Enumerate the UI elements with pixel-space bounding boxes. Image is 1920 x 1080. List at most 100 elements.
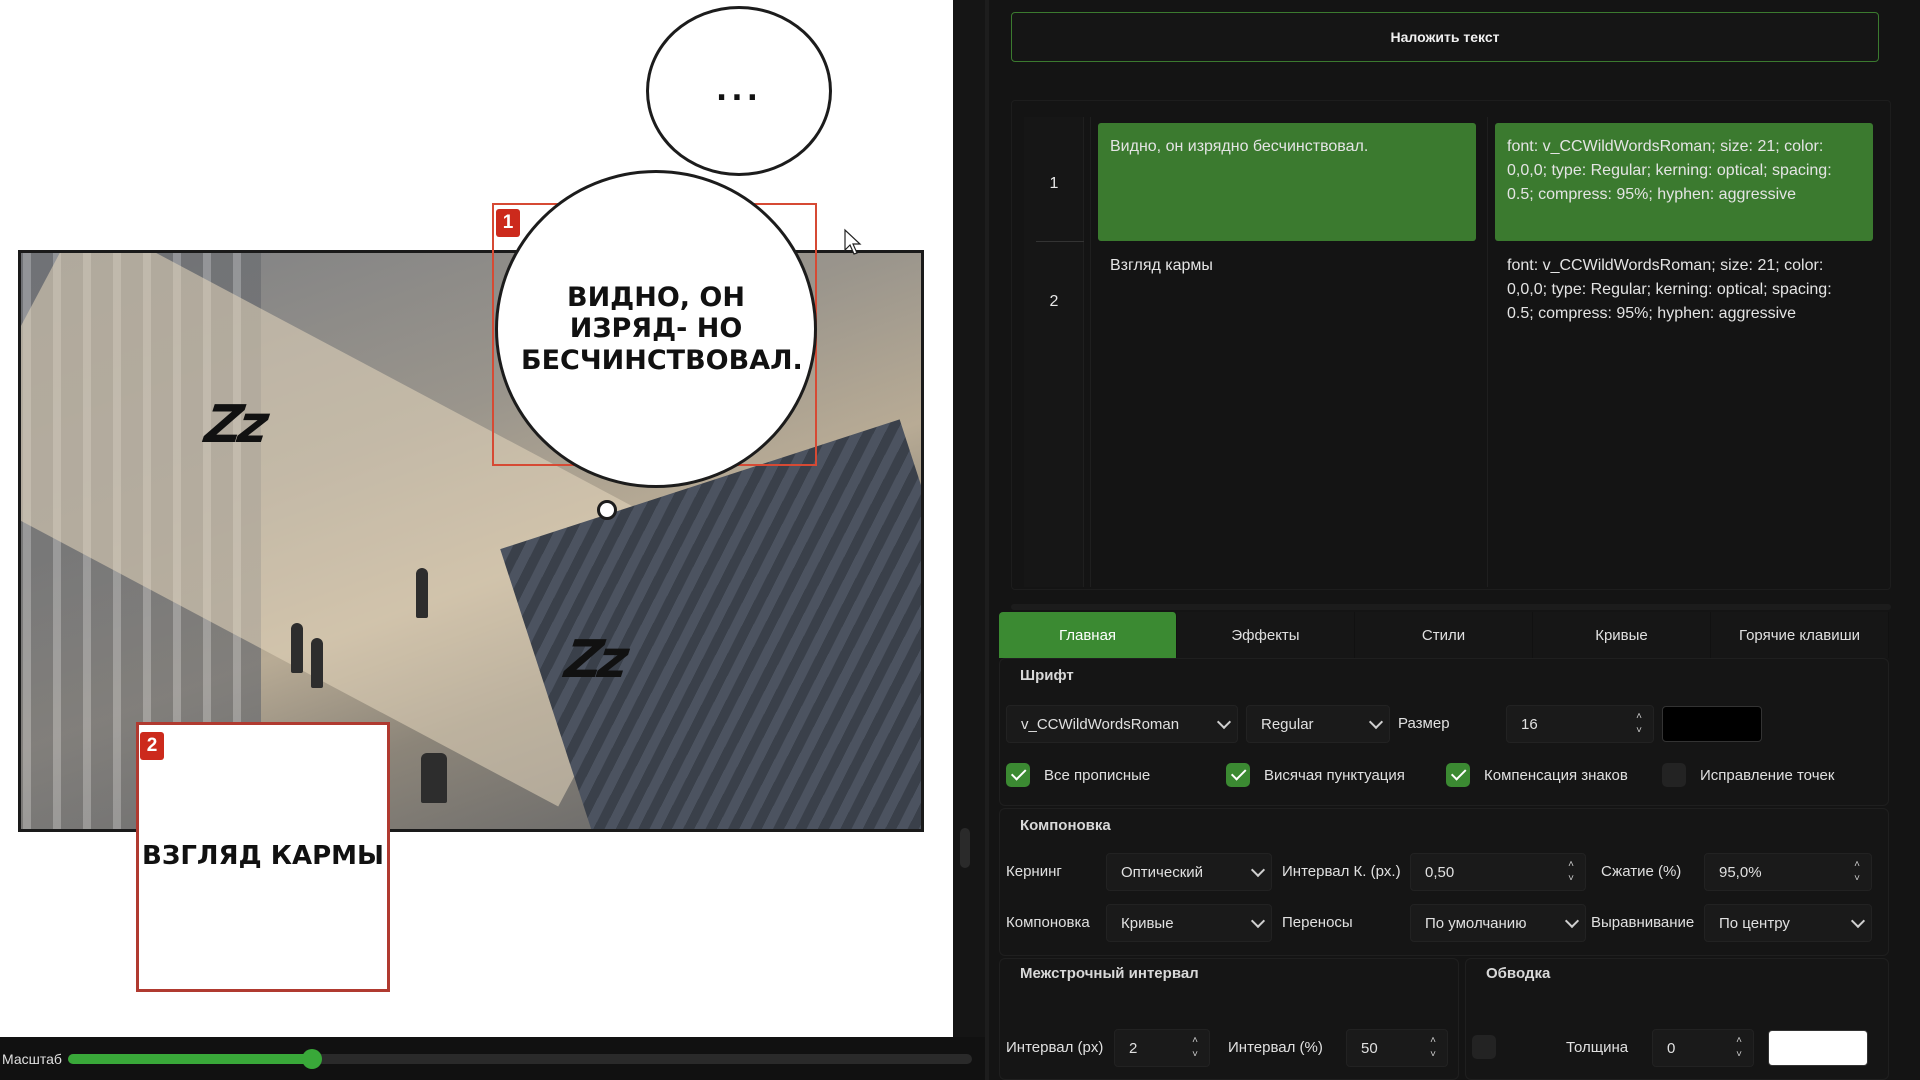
checkbox-fix-dots[interactable]: Исправление точек <box>1662 763 1834 787</box>
spin-up-icon[interactable]: ˄ <box>1565 860 1577 870</box>
align-label: Выравнивание <box>1591 914 1695 931</box>
spin-down-icon[interactable]: ˅ <box>1633 726 1645 736</box>
chevron-down-icon <box>1564 913 1580 929</box>
kerning-value: Оптический <box>1121 863 1204 881</box>
selection-badge-1: 1 <box>496 209 520 237</box>
row-number[interactable]: 1 <box>1024 175 1084 193</box>
table-cell-style[interactable]: font: v_CCWildWordsRoman; size: 21; colo… <box>1495 242 1873 360</box>
settings-tabs: Главная Эффекты Стили Кривые Горячие кла… <box>999 612 1889 658</box>
checkbox-icon <box>1472 1035 1496 1059</box>
thought-bubble-top[interactable]: ... <box>646 6 832 176</box>
font-style-value: Regular <box>1261 715 1314 733</box>
hyphen-select[interactable]: По умолчанию <box>1410 904 1586 942</box>
spin-down-icon[interactable]: ˅ <box>1427 1050 1439 1060</box>
align-value: По центру <box>1719 914 1790 932</box>
layout-group: Компоновка Кернинг Оптический Интервал К… <box>999 808 1889 956</box>
checkbox-label: Висячая пунктуация <box>1264 766 1405 784</box>
stroke-color-swatch[interactable] <box>1768 1030 1868 1066</box>
spin-up-icon[interactable]: ˄ <box>1851 860 1863 870</box>
font-family-value: v_CCWildWordsRoman <box>1021 715 1180 733</box>
table-cell-text[interactable]: Взгляд кармы <box>1098 242 1476 360</box>
row-number-column: 1 2 <box>1024 117 1084 587</box>
zoom-slider-handle[interactable] <box>302 1048 323 1069</box>
caption-box-2[interactable]: ВЗГЛЯД КАРМЫ <box>136 722 390 992</box>
stroke-width-label: Толщина <box>1566 1039 1629 1056</box>
table-horizontal-scrollbar[interactable] <box>1011 604 1891 610</box>
checkbox-icon <box>1006 763 1030 787</box>
table-cell-text[interactable]: Видно, он изрядно бесчинствовал. <box>1098 123 1476 241</box>
stroke-width-value: 0 <box>1667 1039 1676 1057</box>
panel-figure <box>291 623 303 673</box>
layout-select[interactable]: Кривые <box>1106 904 1272 942</box>
row-separator <box>1036 241 1084 242</box>
compress-value: 95,0% <box>1719 863 1762 881</box>
spin-down-icon[interactable]: ˅ <box>1851 874 1863 884</box>
hyphen-value: По умолчанию <box>1425 914 1527 932</box>
spin-down-icon[interactable]: ˅ <box>1189 1050 1201 1060</box>
spin-up-icon[interactable]: ˄ <box>1189 1036 1201 1046</box>
hyphen-label: Переносы <box>1282 914 1353 931</box>
caption-text: ВЗГЛЯД КАРМЫ <box>142 841 384 872</box>
zoom-bar: Масштаб <box>0 1037 985 1080</box>
tab-hotkeys[interactable]: Горячие клавиши <box>1711 612 1889 658</box>
compress-spinbox[interactable]: 95,0% ˄ ˅ <box>1704 853 1872 891</box>
spin-down-icon[interactable]: ˅ <box>1733 1050 1745 1060</box>
size-label: Размер <box>1398 715 1450 732</box>
tab-main[interactable]: Главная <box>999 612 1177 658</box>
font-color-swatch[interactable] <box>1662 706 1762 742</box>
checkbox-label: Исправление точек <box>1700 766 1835 784</box>
stroke-width-spinbox[interactable]: 0 ˄ ˅ <box>1652 1029 1754 1067</box>
font-family-select[interactable]: v_CCWildWordsRoman <box>1006 705 1238 743</box>
spin-up-icon[interactable]: ˄ <box>1427 1036 1439 1046</box>
tab-effects[interactable]: Эффекты <box>1177 612 1355 658</box>
line-pct-label: Интервал (%) <box>1228 1039 1323 1056</box>
spin-down-icon[interactable]: ˅ <box>1565 874 1577 884</box>
align-select[interactable]: По центру <box>1704 904 1872 942</box>
checkbox-icon <box>1226 763 1250 787</box>
row-number[interactable]: 2 <box>1024 293 1084 311</box>
checkbox-icon <box>1662 763 1686 787</box>
zoom-slider-fill <box>68 1053 313 1064</box>
checkbox-all-caps[interactable]: Все прописные <box>1006 763 1150 787</box>
zoom-slider[interactable] <box>68 1048 972 1069</box>
column-divider <box>1090 117 1091 587</box>
apply-text-button[interactable]: Наложить текст <box>1011 12 1879 62</box>
checkbox-label: Компенсация знаков <box>1484 766 1628 784</box>
layout-label: Компоновка <box>1006 914 1090 931</box>
chevron-down-icon <box>1250 862 1266 878</box>
font-size-spinbox[interactable]: 16 ˄ ˅ <box>1506 705 1654 743</box>
chevron-down-icon <box>1368 714 1384 730</box>
interval-k-label: Интервал К. (px.) <box>1282 863 1401 880</box>
checkbox-stroke-enabled[interactable] <box>1472 1035 1510 1059</box>
font-style-select[interactable]: Regular <box>1246 705 1390 743</box>
checkbox-glyph-compensation[interactable]: Компенсация знаков <box>1446 763 1628 787</box>
tab-styles[interactable]: Стили <box>1355 612 1533 658</box>
layout-value: Кривые <box>1121 914 1174 932</box>
zoom-label: Масштаб <box>2 1050 62 1067</box>
checkbox-icon <box>1446 763 1470 787</box>
editor-panel: Наложить текст 1 2 Видно, он изрядно бес… <box>989 0 1920 1080</box>
line-pct-spinbox[interactable]: 50 ˄ ˅ <box>1346 1029 1448 1067</box>
text-table: 1 2 Видно, он изрядно бесчинствовал. fon… <box>1011 100 1891 590</box>
speech-bubble-text: ВИДНО, ОН ИЗРЯД- НО БЕСЧИНСТВОВАЛ. <box>521 282 803 376</box>
chevron-down-icon <box>1216 714 1232 730</box>
checkbox-label: Все прописные <box>1044 766 1151 784</box>
kerning-select[interactable]: Оптический <box>1106 853 1272 891</box>
speech-bubble-main[interactable]: ВИДНО, ОН ИЗРЯД- НО БЕСЧИНСТВОВАЛ. <box>495 170 817 488</box>
stroke-group: Обводка Толщина 0 ˄ ˅ <box>1465 958 1889 1080</box>
checkbox-hanging-punctuation[interactable]: Висячая пунктуация <box>1226 763 1405 787</box>
tab-curves[interactable]: Кривые <box>1533 612 1711 658</box>
font-group: Шрифт v_CCWildWordsRoman Regular Размер … <box>999 658 1889 806</box>
table-cell-style[interactable]: font: v_CCWildWordsRoman; size: 21; colo… <box>1495 123 1873 241</box>
compress-label: Сжатие (%) <box>1601 863 1682 880</box>
spin-up-icon[interactable]: ˄ <box>1633 712 1645 722</box>
selection-badge-2: 2 <box>140 732 164 760</box>
interval-k-spinbox[interactable]: 0,50 ˄ ˅ <box>1410 853 1586 891</box>
font-group-title: Шрифт <box>1020 667 1074 684</box>
line-px-value: 2 <box>1129 1039 1138 1057</box>
image-canvas[interactable]: Zz Zz ... ВИДНО, ОН ИЗРЯД- НО БЕСЧИНСТВО… <box>0 0 953 1037</box>
canvas-gutter <box>953 0 985 1080</box>
spin-up-icon[interactable]: ˄ <box>1733 1036 1745 1046</box>
canvas-scrollbar[interactable] <box>960 828 970 868</box>
line-px-spinbox[interactable]: 2 ˄ ˅ <box>1114 1029 1210 1067</box>
